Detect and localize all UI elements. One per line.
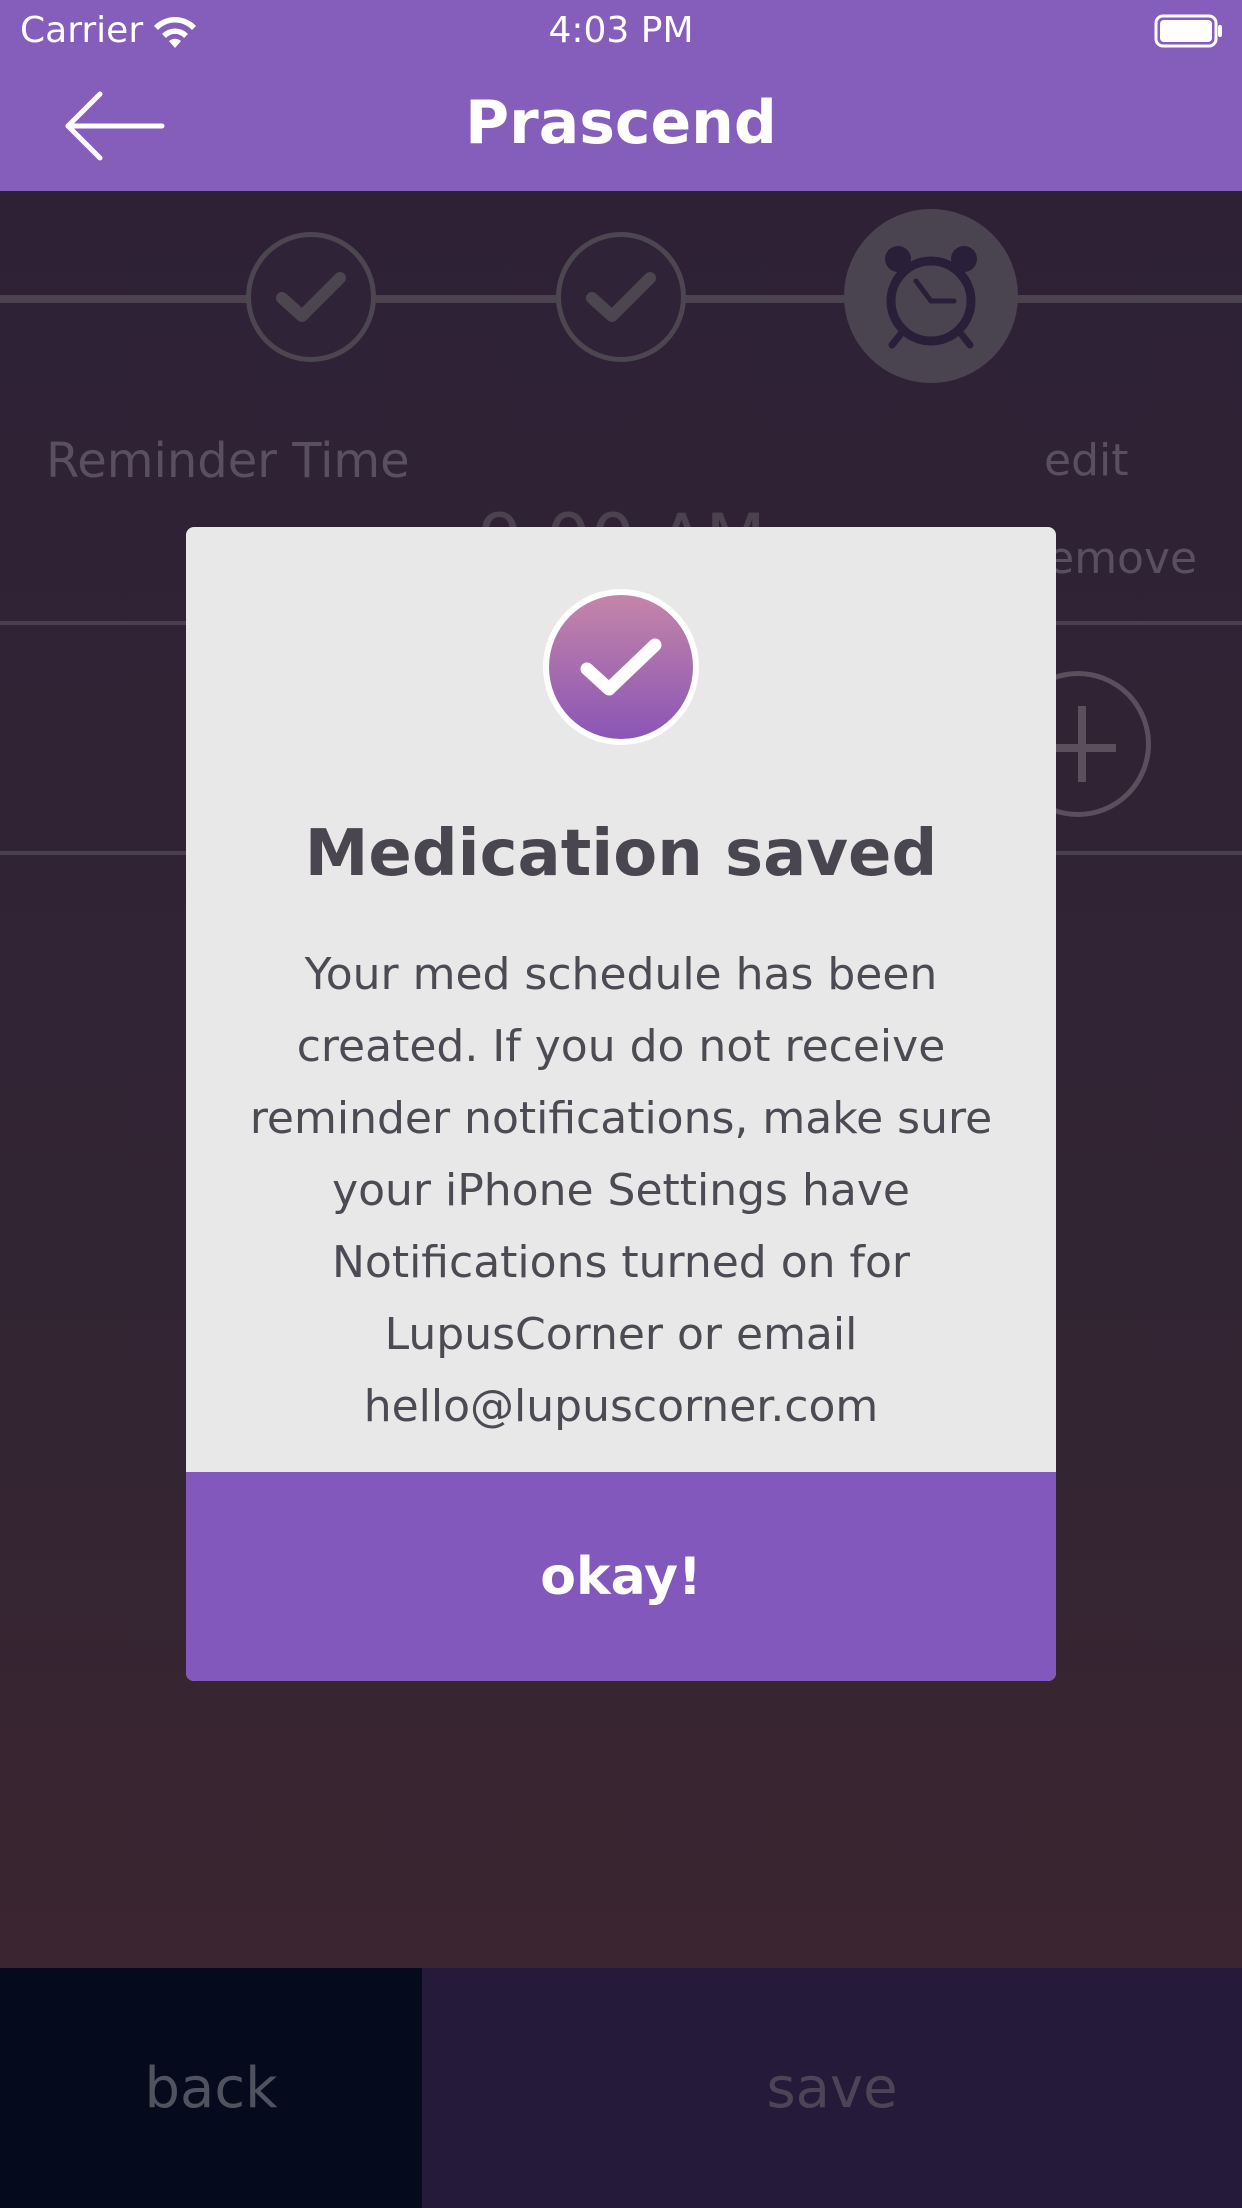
alarm-clock-icon xyxy=(885,246,977,349)
check-icon xyxy=(586,272,656,322)
step-2-complete xyxy=(556,232,686,362)
back-button[interactable]: back xyxy=(0,1968,422,2208)
checkmark-circle-icon xyxy=(543,589,699,745)
battery-icon xyxy=(1154,14,1222,48)
check-icon xyxy=(580,638,662,696)
reminder-time-label: Reminder Time xyxy=(46,433,410,489)
edit-link[interactable]: edit xyxy=(1044,435,1128,486)
step-1-complete xyxy=(246,232,376,362)
save-button[interactable]: save xyxy=(422,1968,1242,2208)
medication-saved-dialog: Medication saved Your med schedule has b… xyxy=(186,527,1056,1681)
step-3-current xyxy=(844,209,1018,383)
status-time: 4:03 PM xyxy=(548,10,694,51)
okay-button[interactable]: okay! xyxy=(186,1472,1056,1681)
page-title: Prascend xyxy=(465,88,777,158)
top-bar: Carrier 4:03 PM Prascend xyxy=(0,0,1242,191)
dialog-title: Medication saved xyxy=(304,817,938,891)
dialog-message: Your med schedule has been created. If y… xyxy=(249,949,993,1432)
check-icon xyxy=(276,272,346,322)
